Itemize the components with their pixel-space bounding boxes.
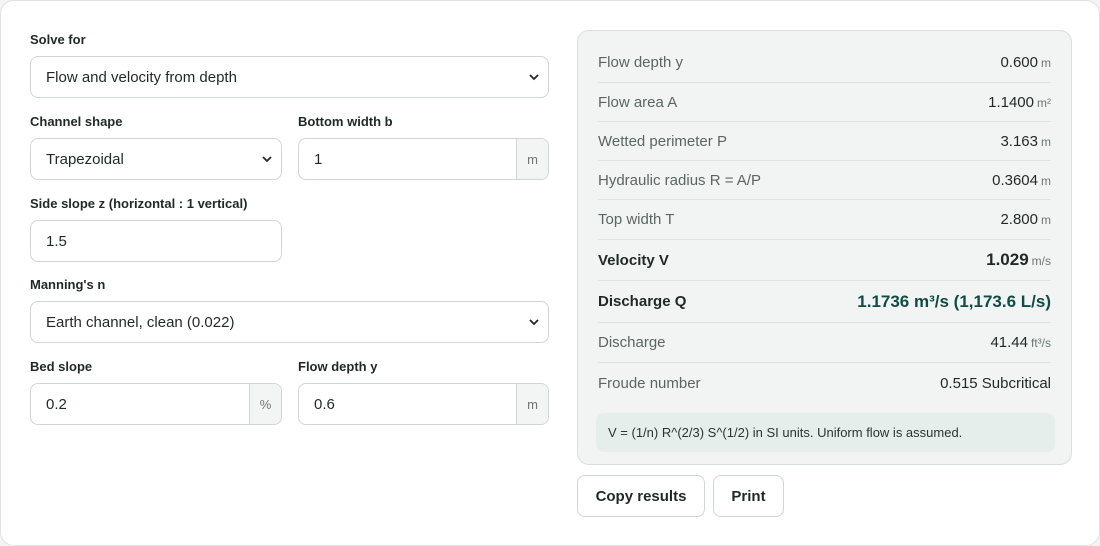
channel-shape-value: Trapezoidal [46, 150, 124, 168]
result-number: 41.44 [990, 334, 1028, 351]
result-unit: m/s [1031, 254, 1051, 268]
result-value: 3.163 m [1000, 133, 1051, 150]
result-number: 2.800 [1000, 211, 1038, 228]
result-number: 1.029 [986, 250, 1029, 269]
result-label: Velocity V [598, 251, 669, 269]
mannings-n-label: Manning's n [30, 277, 106, 292]
bottom-width-unit: m [516, 139, 548, 179]
result-label: Flow area A [598, 93, 678, 111]
side-slope-value: 1.5 [46, 232, 67, 250]
bed-slope-value: 0.2 [46, 395, 67, 413]
result-unit: m [1041, 134, 1051, 149]
result-value: 1.029 m/s [986, 250, 1051, 270]
result-row-flow-depth: Flow depth y 0.600 m [598, 43, 1051, 83]
channel-shape-label: Channel shape [30, 114, 123, 129]
chevron-down-icon [520, 73, 548, 81]
result-unit: m [1041, 213, 1051, 227]
result-value: 1.1400 m² [988, 94, 1051, 111]
result-number: 1.1400 [988, 93, 1034, 111]
result-label: Discharge [598, 334, 666, 351]
result-label: Wetted perimeter P [598, 132, 727, 150]
mannings-n-select[interactable]: Earth channel, clean (0.022) [30, 301, 549, 343]
result-row-flow-area: Flow area A 1.1400 m² [598, 83, 1051, 122]
chevron-down-icon [520, 318, 548, 326]
result-row-wetted-perimeter: Wetted perimeter P 3.163 m [598, 122, 1051, 161]
results-list: Flow depth y 0.600 m Flow area A 1.1400 m²… [598, 43, 1051, 403]
result-label: Flow depth y [598, 54, 684, 71]
flow-depth-field: Flow depth y 0.6 m [298, 359, 549, 425]
result-value: 0.3604 m [992, 172, 1051, 189]
result-value: 41.44 ft³/s [990, 334, 1051, 351]
print-button[interactable]: Print [713, 475, 784, 517]
flow-depth-unit: m [516, 384, 548, 424]
result-unit: m² [1037, 95, 1051, 110]
flow-depth-input[interactable]: 0.6 m [298, 383, 549, 425]
side-slope-label: Side slope z (horizontal : 1 vertical) [30, 196, 248, 211]
result-unit: m [1041, 173, 1051, 188]
formula-note: V = (1/n) R^(2/3) S^(1/2) in SI units. U… [596, 413, 1055, 452]
bottom-width-label: Bottom width b [298, 114, 393, 129]
result-label: Top width T [598, 211, 675, 228]
bed-slope-label: Bed slope [30, 359, 93, 374]
calculator-card: Solve for Flow and velocity from depth C… [0, 0, 1100, 546]
bottom-width-input[interactable]: 1 m [298, 138, 549, 180]
result-value: 2.800 m [1000, 211, 1051, 228]
solve-for-field: Solve for Flow and velocity from depth [30, 32, 549, 98]
results-panel: Flow depth y 0.600 m Flow area A 1.1400 m²… [577, 30, 1072, 465]
bed-slope-field: Bed slope 0.2 % [30, 359, 282, 425]
solve-for-value: Flow and velocity from depth [46, 68, 237, 86]
result-number: 0.3604 [992, 171, 1038, 189]
result-value: 0.600 m [1000, 54, 1051, 71]
result-number: 0.600 [1000, 54, 1038, 71]
result-row-hydraulic-radius: Hydraulic radius R = A/P 0.3604 m [598, 161, 1051, 200]
result-value: 0.515 Subcritical [940, 374, 1051, 392]
solve-for-select[interactable]: Flow and velocity from depth [30, 56, 549, 98]
side-slope-input[interactable]: 1.5 [30, 220, 282, 262]
result-label: Froude number [598, 374, 701, 392]
bed-slope-unit: % [249, 384, 281, 424]
result-number: 3.163 [1000, 132, 1038, 150]
copy-results-button[interactable]: Copy results [577, 475, 705, 517]
solve-for-label: Solve for [30, 32, 86, 47]
channel-shape-select[interactable]: Trapezoidal [30, 138, 282, 180]
result-row-froude: Froude number 0.515 Subcritical [598, 363, 1051, 403]
bottom-width-field: Bottom width b 1 m [298, 114, 549, 180]
side-slope-field: Side slope z (horizontal : 1 vertical) 1… [30, 196, 282, 262]
result-row-discharge-imperial: Discharge 41.44 ft³/s [598, 323, 1051, 363]
result-row-discharge-q: Discharge Q 1.1736 m³/s (1,173.6 L/s) [598, 281, 1051, 323]
result-label: Hydraulic radius R = A/P [598, 171, 761, 189]
result-value: 1.1736 m³/s (1,173.6 L/s) [857, 291, 1051, 311]
mannings-n-value: Earth channel, clean (0.022) [46, 313, 235, 331]
bottom-width-value: 1 [314, 150, 323, 168]
flow-depth-label: Flow depth y [298, 359, 378, 374]
result-row-top-width: Top width T 2.800 m [598, 200, 1051, 240]
flow-depth-value: 0.6 [314, 395, 335, 413]
result-row-velocity: Velocity V 1.029 m/s [598, 240, 1051, 281]
bed-slope-input[interactable]: 0.2 % [30, 383, 282, 425]
result-unit: m [1041, 56, 1051, 70]
result-unit: ft³/s [1031, 336, 1051, 350]
channel-shape-field: Channel shape Trapezoidal [30, 114, 282, 180]
result-label: Discharge Q [598, 293, 687, 310]
mannings-n-field: Manning's n Earth channel, clean (0.022) [30, 277, 549, 343]
chevron-down-icon [253, 155, 281, 163]
